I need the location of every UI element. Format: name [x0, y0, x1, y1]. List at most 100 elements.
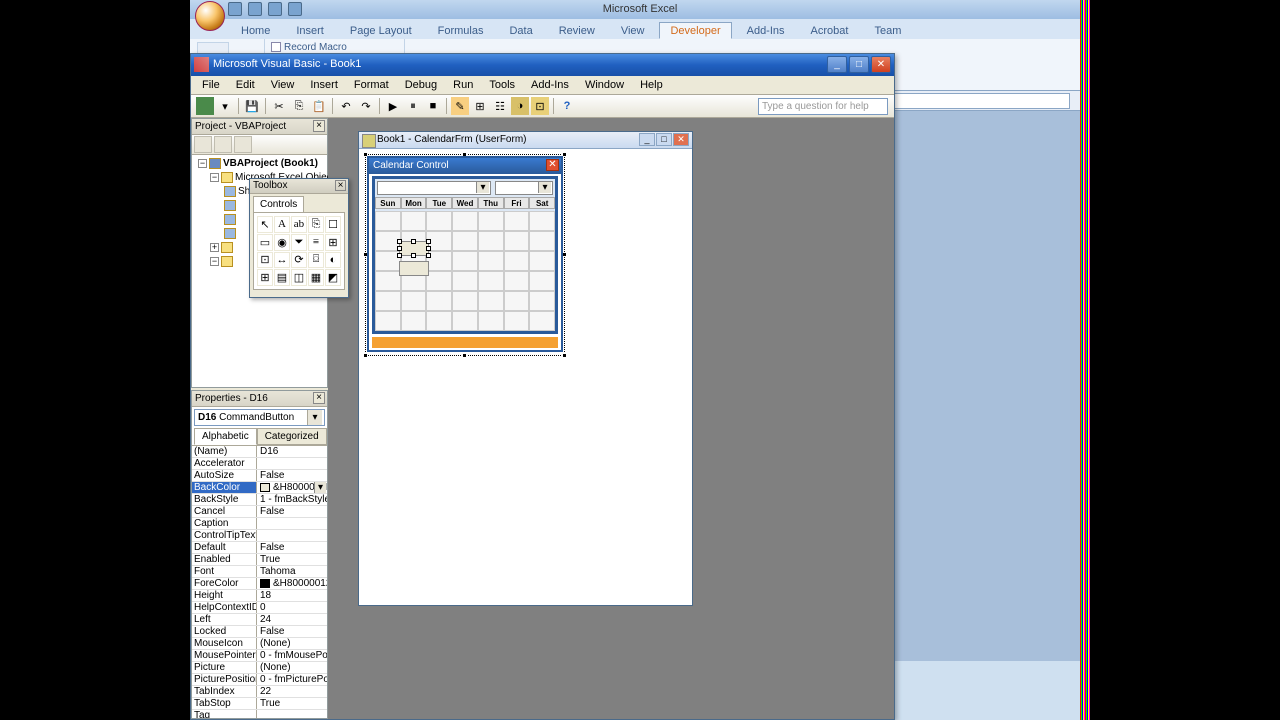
toolbox-control[interactable]: ⎘: [308, 216, 324, 233]
menu-file[interactable]: File: [195, 78, 227, 92]
calendar-control[interactable]: SunMonTueWedThuFriSat: [372, 176, 558, 334]
property-row[interactable]: Left24: [192, 614, 327, 626]
menu-run[interactable]: Run: [446, 78, 480, 92]
property-row[interactable]: Height18: [192, 590, 327, 602]
copy-icon[interactable]: ⎘: [290, 97, 308, 115]
calendar-cell[interactable]: [478, 311, 504, 331]
menu-view[interactable]: View: [264, 78, 302, 92]
property-row[interactable]: Picture(None): [192, 662, 327, 674]
toolbox-control[interactable]: ⏷: [291, 234, 307, 251]
property-row[interactable]: LockedFalse: [192, 626, 327, 638]
calendar-cell[interactable]: [401, 211, 427, 231]
menu-format[interactable]: Format: [347, 78, 396, 92]
toolbox-window[interactable]: Toolbox × Controls ↖Aab⎘☐▭◉⏷≡⊞⊡↔⟳⌼◐⊞▤◫▦◩: [249, 178, 349, 298]
property-row[interactable]: DefaultFalse: [192, 542, 327, 554]
property-row[interactable]: (Name)D16: [192, 446, 327, 458]
ribbon-tab-developer[interactable]: Developer: [659, 22, 731, 39]
menu-edit[interactable]: Edit: [229, 78, 262, 92]
object-browser-icon[interactable]: ◑: [511, 97, 529, 115]
calendar-cell[interactable]: [478, 211, 504, 231]
property-row[interactable]: PicturePosition0 - fmPicturePositionAbov…: [192, 674, 327, 686]
property-row[interactable]: TabIndex22: [192, 686, 327, 698]
calendar-cell[interactable]: [529, 251, 555, 271]
toolbox-titlebar[interactable]: Toolbox ×: [250, 179, 348, 194]
calendar-cell[interactable]: [504, 211, 530, 231]
calendar-cell[interactable]: [529, 311, 555, 331]
ribbon-tab-review[interactable]: Review: [548, 22, 606, 39]
calendar-cell[interactable]: [478, 291, 504, 311]
help-icon[interactable]: ?: [558, 97, 576, 115]
help-search[interactable]: Type a question for help: [758, 98, 888, 115]
userform-canvas[interactable]: Calendar Control ✕ SunMonTueWedThuFriSat: [367, 156, 563, 352]
calendar-cell[interactable]: [529, 291, 555, 311]
menu-add-ins[interactable]: Add-Ins: [524, 78, 576, 92]
close-icon[interactable]: ✕: [673, 133, 689, 146]
property-row[interactable]: Accelerator: [192, 458, 327, 470]
toolbox-control[interactable]: ☐: [325, 216, 341, 233]
toolbox-control[interactable]: ab: [291, 216, 307, 233]
toolbox-control[interactable]: ⌼: [308, 252, 324, 269]
toolbox-control[interactable]: A: [274, 216, 290, 233]
form-close-icon[interactable]: ✕: [546, 159, 559, 171]
toolbox-control[interactable]: ◉: [274, 234, 290, 251]
ribbon-tab-insert[interactable]: Insert: [285, 22, 335, 39]
toolbox-grid[interactable]: ↖Aab⎘☐▭◉⏷≡⊞⊡↔⟳⌼◐⊞▤◫▦◩: [253, 212, 345, 290]
menu-insert[interactable]: Insert: [303, 78, 345, 92]
ribbon-tab-team[interactable]: Team: [863, 22, 912, 39]
ribbon-tab-data[interactable]: Data: [498, 22, 543, 39]
project-toolbar[interactable]: [192, 135, 327, 155]
close-icon[interactable]: ×: [313, 392, 325, 404]
calendar-cell[interactable]: [375, 211, 401, 231]
toolbox-control[interactable]: ◐: [325, 252, 341, 269]
save-icon[interactable]: 💾: [243, 97, 261, 115]
toolbox-control[interactable]: ≡: [308, 234, 324, 251]
property-row[interactable]: Tag: [192, 710, 327, 718]
property-row[interactable]: AutoSizeFalse: [192, 470, 327, 482]
calendar-cell[interactable]: [452, 291, 478, 311]
office-button[interactable]: [195, 1, 225, 31]
property-row[interactable]: MouseIcon(None): [192, 638, 327, 650]
close-icon[interactable]: ×: [313, 120, 325, 132]
toolbox-icon[interactable]: ⊡: [531, 97, 549, 115]
calendar-cell[interactable]: [452, 231, 478, 251]
ribbon-tabs[interactable]: HomeInsertPage LayoutFormulasDataReviewV…: [190, 19, 1090, 39]
toolbox-control[interactable]: ↖: [257, 216, 273, 233]
maximize-button[interactable]: □: [849, 56, 869, 73]
command-button[interactable]: [399, 261, 429, 276]
object-selector[interactable]: D16 D16 CommandButtonCommandButton: [194, 409, 325, 426]
calendar-cell[interactable]: [452, 271, 478, 291]
calendar-cell[interactable]: [452, 311, 478, 331]
property-row[interactable]: BackColor&H8000000F&▾: [192, 482, 327, 494]
property-row[interactable]: TabStopTrue: [192, 698, 327, 710]
toolbox-control[interactable]: ⊞: [325, 234, 341, 251]
tab-alphabetic[interactable]: Alphabetic: [194, 428, 257, 445]
toolbox-control[interactable]: ⊞: [257, 269, 273, 286]
toolbox-control[interactable]: ↔: [274, 252, 290, 269]
property-row[interactable]: FontTahoma: [192, 566, 327, 578]
property-row[interactable]: EnabledTrue: [192, 554, 327, 566]
property-row[interactable]: Caption: [192, 518, 327, 530]
ribbon-tab-page-layout[interactable]: Page Layout: [339, 22, 423, 39]
maximize-icon[interactable]: □: [656, 133, 672, 146]
calendar-cell[interactable]: [504, 271, 530, 291]
property-row[interactable]: ForeColor&H80000012&: [192, 578, 327, 590]
calendar-cell[interactable]: [478, 271, 504, 291]
close-icon[interactable]: ×: [335, 180, 346, 191]
calendar-cell[interactable]: [375, 271, 401, 291]
calendar-cell[interactable]: [529, 211, 555, 231]
calendar-cell[interactable]: [426, 311, 452, 331]
menu-help[interactable]: Help: [633, 78, 670, 92]
toolbox-control[interactable]: ▤: [274, 269, 290, 286]
toolbox-control[interactable]: ⊡: [257, 252, 273, 269]
calendar-cell[interactable]: [504, 311, 530, 331]
calendar-cell[interactable]: [504, 231, 530, 251]
view-excel-icon[interactable]: [196, 97, 214, 115]
calendar-cell[interactable]: [478, 251, 504, 271]
calendar-cell[interactable]: [452, 211, 478, 231]
vbe-menubar[interactable]: FileEditViewInsertFormatDebugRunToolsAdd…: [191, 76, 894, 95]
run-icon[interactable]: ▶: [384, 97, 402, 115]
break-icon[interactable]: ⏸: [404, 97, 422, 115]
redo-icon[interactable]: ↷: [357, 97, 375, 115]
ribbon-tab-acrobat[interactable]: Acrobat: [800, 22, 860, 39]
tab-categorized[interactable]: Categorized: [257, 428, 327, 445]
